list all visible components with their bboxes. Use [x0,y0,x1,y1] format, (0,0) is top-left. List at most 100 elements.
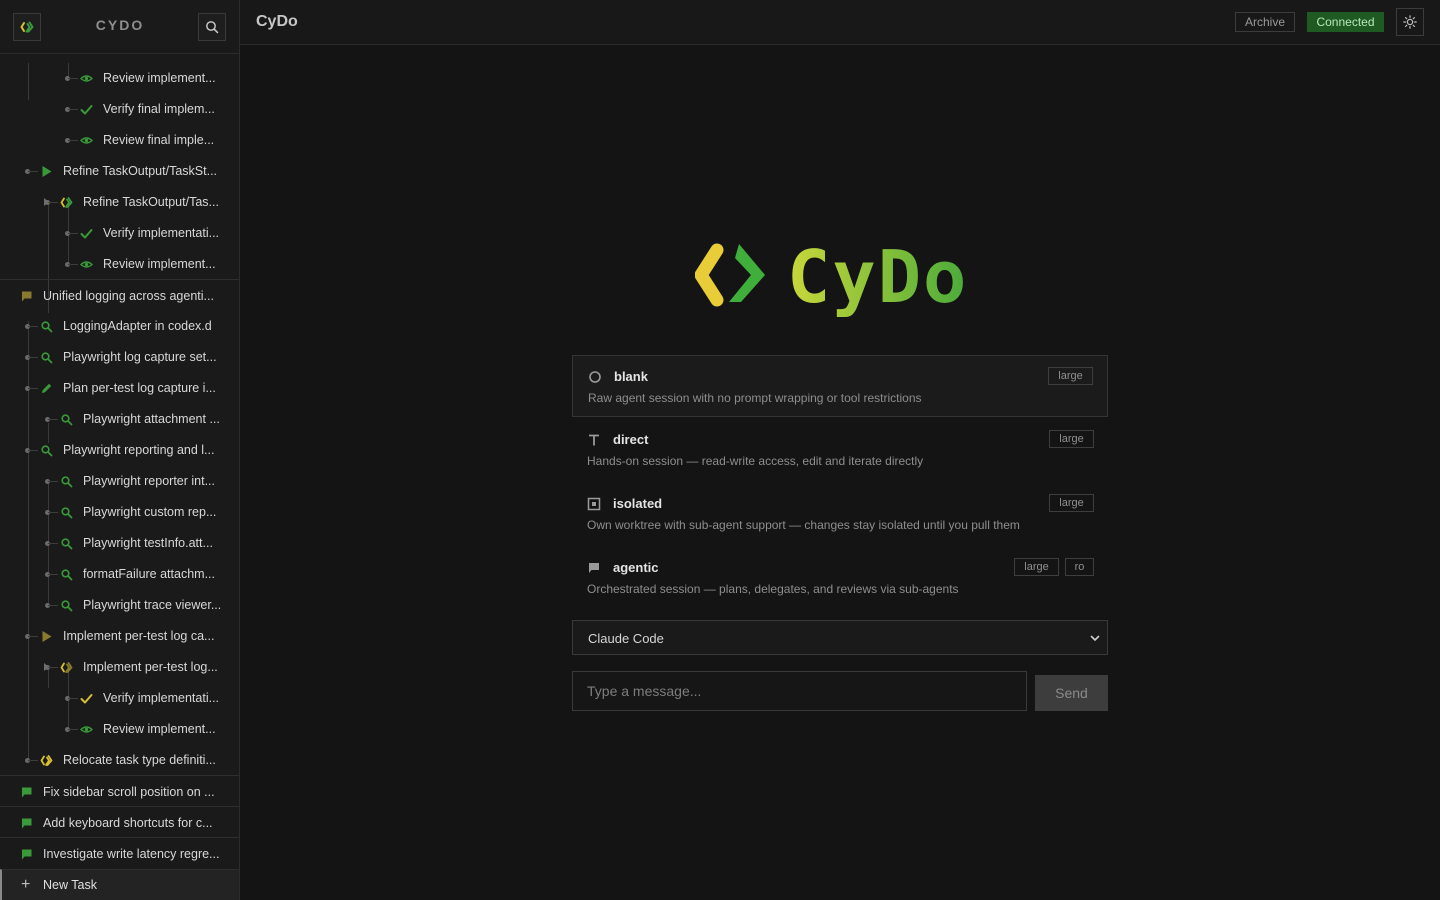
task-label: Add keyboard shortcuts for c... [43,816,213,830]
tree-separator [0,837,239,838]
subtask-item[interactable]: Refine TaskOutput/TaskSt... [0,156,239,187]
subtask-item[interactable]: Relocate task type definiti... [0,745,239,776]
send-button[interactable]: Send [1035,675,1108,711]
subtask-item[interactable]: Review final imple... [0,125,239,156]
tree-connector [28,450,38,451]
mode-description: Orchestrated session — plans, delegates,… [587,582,959,596]
subtask-item[interactable]: Implement per-test log... [0,652,239,683]
task-label: Relocate task type definiti... [63,753,216,767]
mode-tag: large [1048,367,1093,385]
search-icon [60,568,73,581]
tree-connector [48,481,58,482]
cydo-icon [40,754,53,767]
check-icon [80,692,93,705]
tree-connector [28,636,38,637]
expand-triangle-icon[interactable] [44,198,49,206]
task-item[interactable]: Fix sidebar scroll position on ... [0,777,239,808]
circle-icon [588,370,602,384]
task-label: Verify final implem... [103,102,215,116]
mode-option-agentic[interactable]: agentic Orchestrated session — plans, del… [572,547,1108,609]
mode-tag: ro [1065,558,1094,576]
tree-connector [28,357,38,358]
task-item[interactable]: Unified logging across agenti... [0,281,239,312]
logo-wordmark: CyDo [787,236,968,319]
search-icon [60,475,73,488]
new-task-button[interactable]: + New Task [0,869,239,900]
mode-option-blank[interactable]: blank Raw agent session with no prompt wr… [572,355,1108,417]
subtask-item[interactable]: Playwright log capture set... [0,342,239,373]
mode-option-direct[interactable]: direct Hands-on session — read-write acce… [572,419,1108,481]
sidebar-header: CYDO [0,0,239,54]
message-input[interactable] [572,671,1027,711]
search-button[interactable] [198,13,226,41]
mode-tag: large [1049,430,1094,448]
subtask-item[interactable]: formatFailure attachm... [0,559,239,590]
task-tree: Review implement... Verify final implem..… [0,63,239,869]
tree-connector [28,388,38,389]
logo-button[interactable] [13,13,41,41]
subtask-item[interactable]: Playwright custom rep... [0,497,239,528]
tree-connector [68,698,78,699]
subtask-item[interactable]: Playwright reporting and l... [0,435,239,466]
subtask-item[interactable]: Verify implementati... [0,683,239,714]
task-label: formatFailure attachm... [83,567,215,581]
task-label: Playwright reporter int... [83,474,215,488]
mode-option-isolated[interactable]: isolated Own worktree with sub-agent supp… [572,483,1108,545]
new-task-label: New Task [43,878,97,892]
play-icon [40,630,53,643]
subtask-item[interactable]: Refine TaskOutput/Tas... [0,187,239,218]
task-label: Playwright log capture set... [63,350,217,364]
theme-toggle-button[interactable] [1396,8,1424,36]
logo-mark-green [729,244,765,302]
subtask-item[interactable]: Review implement... [0,63,239,94]
subtask-item[interactable]: Review implement... [0,249,239,280]
subtask-item[interactable]: Playwright attachment ... [0,404,239,435]
tree-connector [28,171,38,172]
subtask-item[interactable]: Verify final implem... [0,94,239,125]
mode-tag: large [1049,494,1094,512]
tree-connector [28,760,38,761]
sidebar: CYDO Review implement... Verify final imp… [0,0,240,900]
task-label: Playwright custom rep... [83,505,217,519]
subtask-item[interactable]: Implement per-test log ca... [0,621,239,652]
subtask-item[interactable]: Verify implementati... [0,218,239,249]
agent-select[interactable]: Claude Code [572,620,1108,655]
subtask-item[interactable]: LoggingAdapter in codex.d [0,311,239,342]
flag-icon [20,817,33,830]
expand-triangle-icon[interactable] [44,663,49,671]
search-icon [60,506,73,519]
task-item[interactable]: Investigate write latency regre... [0,839,239,869]
task-label: Refine TaskOutput/Tas... [83,195,219,209]
mode-name: isolated [613,496,663,511]
task-label: Unified logging across agenti... [43,289,214,303]
search-icon [40,320,53,333]
tree-connector [48,512,58,513]
tree-connector [68,233,78,234]
subtask-item[interactable]: Playwright reporter int... [0,466,239,497]
task-item[interactable]: Add keyboard shortcuts for c... [0,808,239,839]
tree-separator [0,775,239,776]
tree-connector [68,729,78,730]
mode-tag: large [1014,558,1059,576]
tree-connector [68,140,78,141]
task-label: Implement per-test log ca... [63,629,215,643]
flag-icon [20,786,33,799]
flag-icon [20,848,33,861]
archive-button[interactable]: Archive [1235,12,1295,32]
subtask-item[interactable]: Plan per-test log capture i... [0,373,239,404]
play-icon [40,165,53,178]
subtask-item[interactable]: Playwright testInfo.att... [0,528,239,559]
subtask-item[interactable]: Review implement... [0,714,239,745]
mode-description: Raw agent session with no prompt wrappin… [588,391,922,405]
search-icon [40,351,53,364]
agent-select-value: Claude Code [588,631,664,646]
pencil-icon [40,382,53,395]
task-label: Playwright reporting and l... [63,443,215,457]
subtask-item[interactable]: Playwright trace viewer... [0,590,239,621]
task-label: Plan per-test log capture i... [63,381,216,395]
mode-name: direct [613,432,649,447]
tree-connector [48,605,58,606]
search-icon [60,413,73,426]
logo-bracket-yellow [694,243,724,307]
cydo-icon [60,196,73,209]
